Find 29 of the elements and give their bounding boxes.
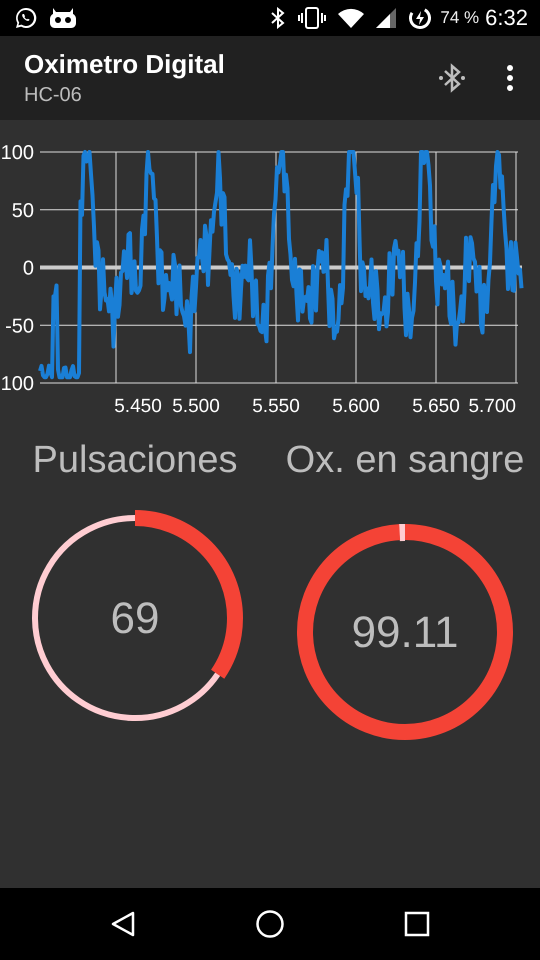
axis-label: 5.500 — [172, 396, 220, 417]
battery-charging-icon — [408, 6, 432, 30]
axis-label: 50 — [12, 200, 34, 222]
axis-label: 100 — [0, 373, 34, 395]
axis-label: 5.450 — [114, 396, 162, 417]
axis-label: 100 — [0, 142, 34, 164]
wifi-icon — [338, 8, 364, 28]
axis-label: 5.650 — [412, 396, 460, 417]
vibrate-icon — [298, 7, 326, 29]
axis-label: -50 — [5, 315, 34, 338]
app-title: Oximetro Digital — [24, 49, 226, 80]
axis-label: 5.550 — [252, 396, 300, 417]
gauge-label: Pulsaciones — [32, 439, 238, 482]
axis-label: 5.600 — [332, 396, 380, 417]
gauge-label: Ox. en sangre — [286, 439, 524, 482]
bluetooth-icon — [270, 7, 286, 29]
app-subtitle: HC-06 — [24, 84, 83, 107]
gauge-value: 69 — [110, 594, 160, 644]
more-icon — [506, 65, 514, 91]
battery-percent: 74 % — [440, 8, 480, 28]
axis-label: 0 — [22, 258, 34, 280]
gauge-track — [398, 524, 406, 542]
whatsapp-icon — [14, 6, 38, 30]
signal-icon — [376, 8, 396, 28]
robot-icon — [50, 8, 76, 28]
gauge-value: 99.11 — [352, 608, 458, 658]
axis-label: 5.700 — [468, 396, 516, 417]
bluetooth-icon — [438, 62, 466, 94]
clock: 6:32 — [485, 5, 528, 31]
